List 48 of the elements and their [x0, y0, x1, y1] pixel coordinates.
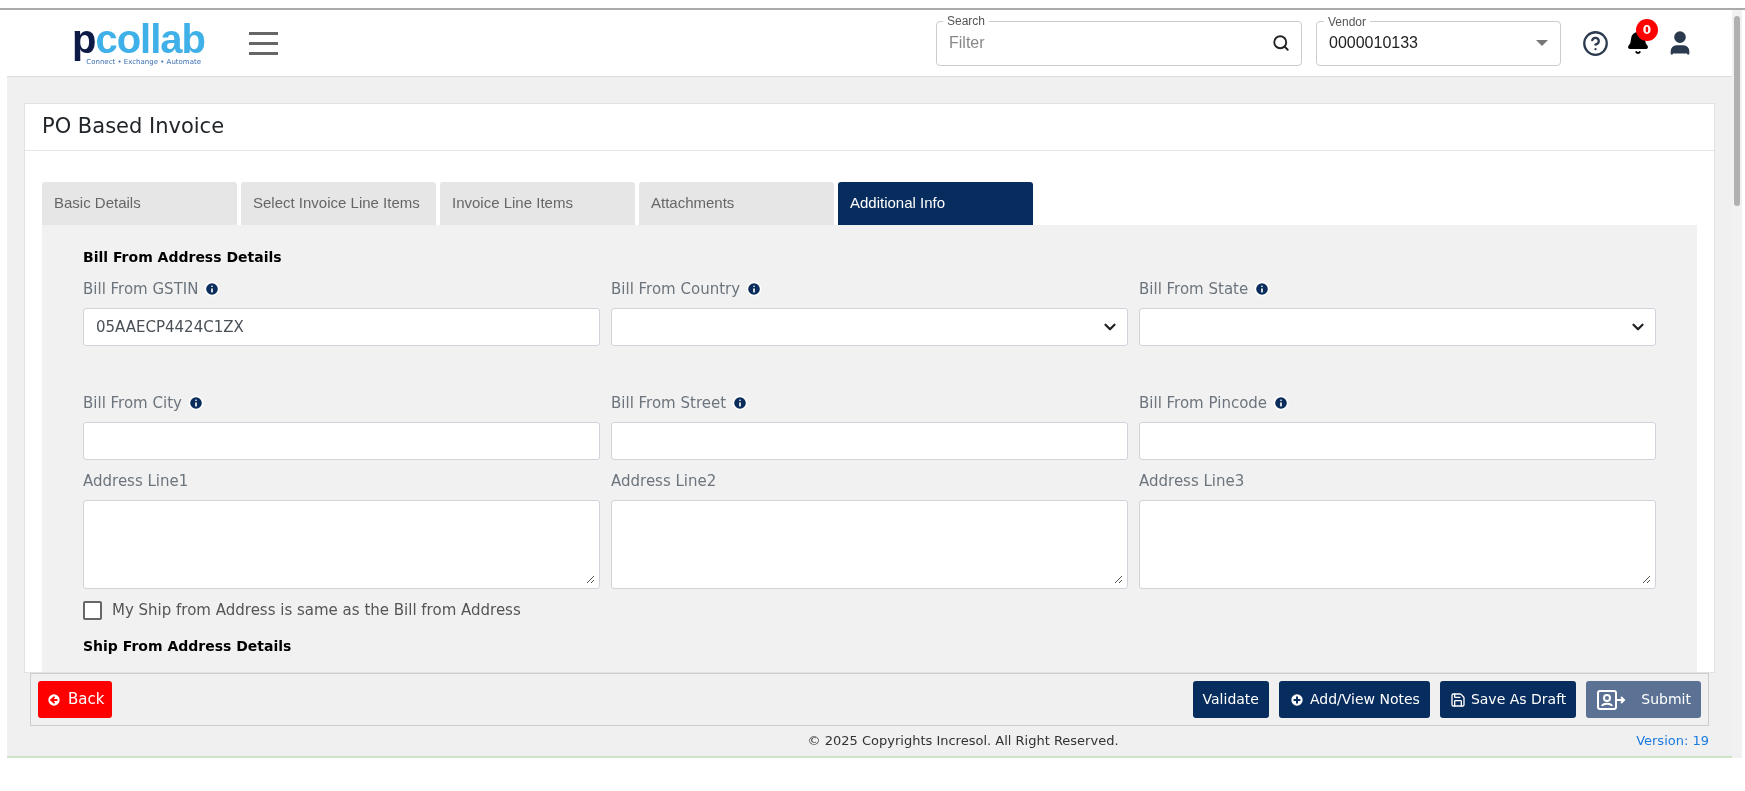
caret-icon	[1536, 40, 1548, 46]
text-field[interactable]	[611, 422, 1128, 460]
plus-circle-icon	[1288, 691, 1305, 708]
text-field[interactable]	[1139, 422, 1656, 460]
field-label: Bill From Pincode	[1139, 392, 1268, 414]
field-label: Bill From GSTIN	[83, 278, 199, 300]
checkbox-label: My Ship from Address is same as the Bill from Address	[112, 600, 521, 621]
checkbox[interactable]	[83, 600, 102, 620]
save-icon	[1449, 691, 1466, 708]
tab[interactable]: Attachments	[639, 182, 834, 225]
text-area[interactable]	[611, 500, 1128, 589]
tab[interactable]: Basic Details	[42, 182, 237, 225]
field-label: Bill From City	[83, 392, 182, 414]
text-field[interactable]: 05AAECP4424C1ZX	[83, 308, 600, 346]
resize-handle-icon	[586, 575, 595, 584]
menu-button[interactable]	[249, 31, 278, 55]
resize-handle-icon	[1114, 575, 1123, 584]
action-button[interactable]: Add/View Notes	[1278, 681, 1430, 718]
search-icon[interactable]	[1272, 33, 1290, 52]
field-label: Bill From Country	[611, 278, 741, 300]
text-field[interactable]	[83, 422, 600, 460]
user-card-arrow-icon	[1596, 688, 1627, 711]
scrollbar-thumb[interactable]	[1734, 16, 1740, 206]
text-area[interactable]	[1139, 500, 1656, 589]
dropdown-field[interactable]	[611, 308, 1128, 346]
section-heading: Bill From Address Details	[83, 248, 283, 267]
action-button[interactable]: Save As Draft	[1439, 681, 1577, 718]
field-label: Bill From State	[1139, 278, 1249, 300]
arrow-left-icon	[46, 691, 62, 708]
field-label: Address Line1	[83, 470, 189, 492]
version-text: Version: 19	[1636, 732, 1709, 751]
notification-badge: 0	[1636, 19, 1658, 41]
action-button[interactable]: Validate	[1192, 681, 1269, 718]
text-area[interactable]	[83, 500, 600, 589]
field-label: Bill From Street	[611, 392, 727, 414]
tab[interactable]: Invoice Line Items	[440, 182, 635, 225]
dropdown-field[interactable]	[1139, 308, 1656, 346]
vendor-value: 0000010133	[1329, 33, 1419, 53]
tab[interactable]: Additional Info	[838, 182, 1033, 225]
field-label: Address Line2	[611, 470, 717, 492]
section-heading: Ship From Address Details	[83, 636, 293, 656]
back-button[interactable]: Back	[38, 681, 113, 718]
copyright-text: © 2025 Copyrights Incresol. All Right Reserved.	[807, 732, 1119, 751]
resize-handle-icon	[1642, 575, 1651, 584]
help-icon[interactable]	[1582, 29, 1609, 57]
page-title: PO Based Invoice	[42, 113, 225, 141]
field-label: Address Line3	[1139, 470, 1245, 492]
tab[interactable]: Select Invoice Line Items	[241, 182, 436, 225]
